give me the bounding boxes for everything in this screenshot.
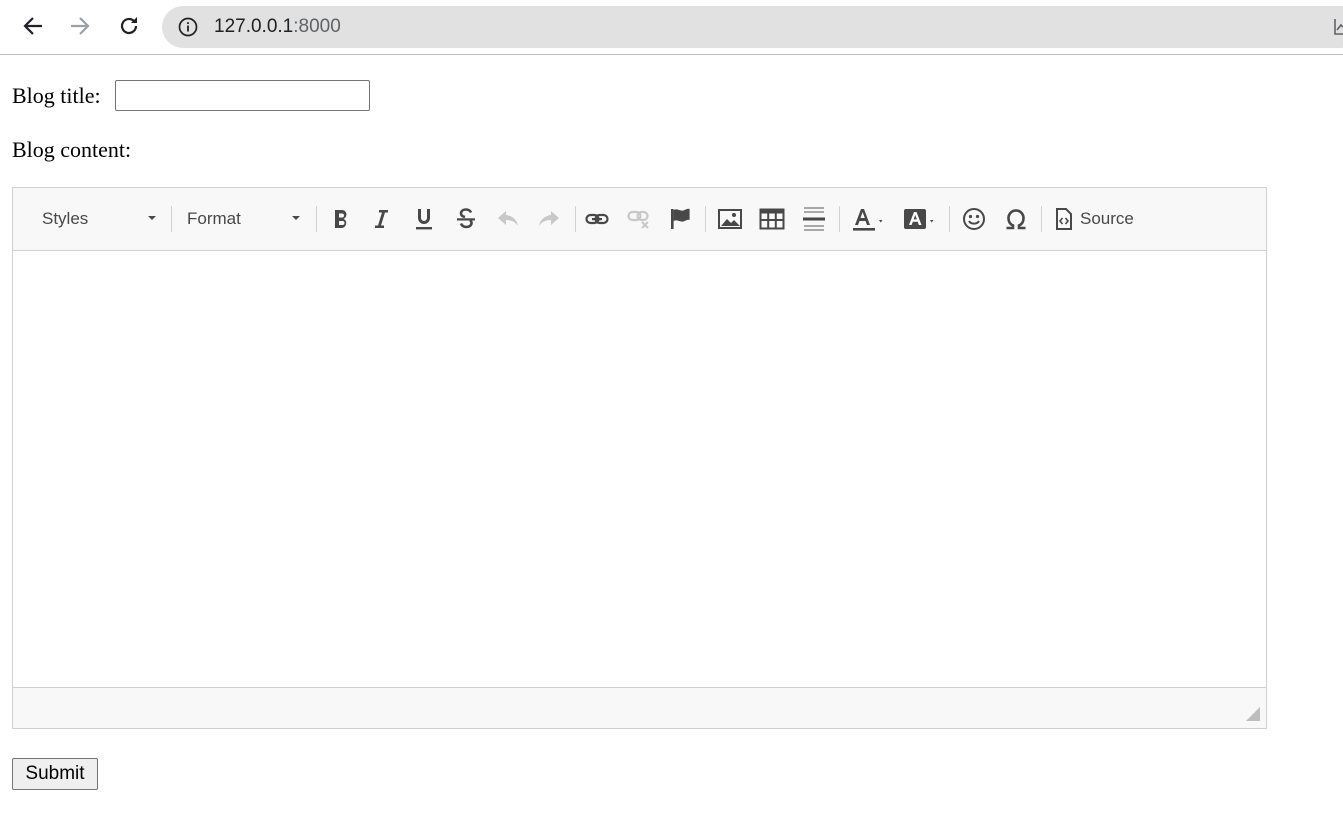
bold-button[interactable] (326, 204, 356, 234)
table-icon (759, 208, 785, 230)
undo-icon (498, 211, 518, 226)
back-button[interactable] (19, 12, 47, 40)
forward-button[interactable] (66, 12, 94, 40)
background-color-button[interactable] (900, 204, 940, 234)
editor-content-area[interactable] (13, 251, 1266, 687)
source-button-label: Source (1080, 209, 1134, 228)
italic-icon (375, 210, 388, 228)
image-icon (718, 209, 742, 229)
horizontal-line-icon (803, 207, 825, 231)
image-button[interactable] (715, 204, 745, 234)
chevron-down-icon (292, 216, 300, 220)
table-button[interactable] (757, 204, 787, 234)
reload-button[interactable] (115, 12, 143, 40)
italic-button[interactable] (366, 204, 396, 234)
address-bar[interactable]: 127.0.0.1:8000 (162, 6, 1343, 48)
underline-button[interactable] (409, 204, 439, 234)
link-icon (585, 213, 609, 225)
underline-icon (416, 209, 432, 230)
info-icon[interactable] (178, 17, 198, 37)
format-dropdown[interactable]: Format (187, 188, 317, 250)
submit-button[interactable]: Submit (12, 758, 98, 790)
arrow-left-icon (23, 17, 42, 35)
unlink-icon (627, 210, 649, 229)
background-color-icon (904, 209, 934, 229)
url-host: 127.0.0.1 (214, 16, 294, 37)
smiley-button[interactable] (959, 204, 989, 234)
toolbar-separator (949, 206, 950, 232)
blog-title-label: Blog title: (12, 83, 101, 108)
flag-icon (671, 208, 690, 229)
resize-grip-icon[interactable] (1246, 707, 1260, 721)
editor-toolbar: Styles Format Source (13, 188, 1266, 251)
styles-dropdown-label: Styles (42, 209, 89, 228)
link-button[interactable] (582, 204, 612, 234)
styles-dropdown[interactable]: Styles (42, 188, 172, 250)
source-button[interactable]: Source (1055, 204, 1134, 234)
unlink-button[interactable] (624, 204, 654, 234)
blog-title-input[interactable] (115, 80, 370, 111)
source-icon (1056, 208, 1072, 230)
redo-button[interactable] (534, 204, 564, 234)
smiley-icon (963, 208, 985, 230)
editor-status-bar (13, 687, 1266, 728)
url-port: :8000 (293, 16, 341, 37)
strikethrough-button[interactable] (451, 204, 481, 234)
reload-icon (120, 17, 138, 35)
special-char-button[interactable] (1001, 204, 1031, 234)
format-dropdown-label: Format (187, 209, 241, 228)
browser-toolbar: 127.0.0.1:8000 (0, 0, 1343, 55)
toolbar-separator (705, 206, 706, 232)
toolbar-separator (171, 206, 172, 232)
arrow-right-icon (71, 17, 90, 35)
extension-icon[interactable] (1334, 17, 1343, 37)
rich-text-editor: Styles Format Source (12, 187, 1267, 729)
bold-icon (335, 210, 347, 228)
strikethrough-icon (457, 208, 475, 229)
undo-button[interactable] (493, 204, 523, 234)
toolbar-separator (839, 206, 840, 232)
text-color-button[interactable] (849, 204, 889, 234)
url-text[interactable]: 127.0.0.1:8000 (214, 6, 341, 48)
redo-icon (539, 211, 559, 226)
anchor-button[interactable] (665, 204, 695, 234)
horizontal-line-button[interactable] (799, 204, 829, 234)
text-color-icon (853, 209, 883, 231)
chevron-down-icon (148, 216, 156, 220)
toolbar-separator (316, 206, 317, 232)
toolbar-separator (1041, 206, 1042, 232)
omega-icon (1006, 209, 1026, 230)
blog-content-label: Blog content: (12, 137, 132, 162)
toolbar-separator (575, 206, 576, 232)
